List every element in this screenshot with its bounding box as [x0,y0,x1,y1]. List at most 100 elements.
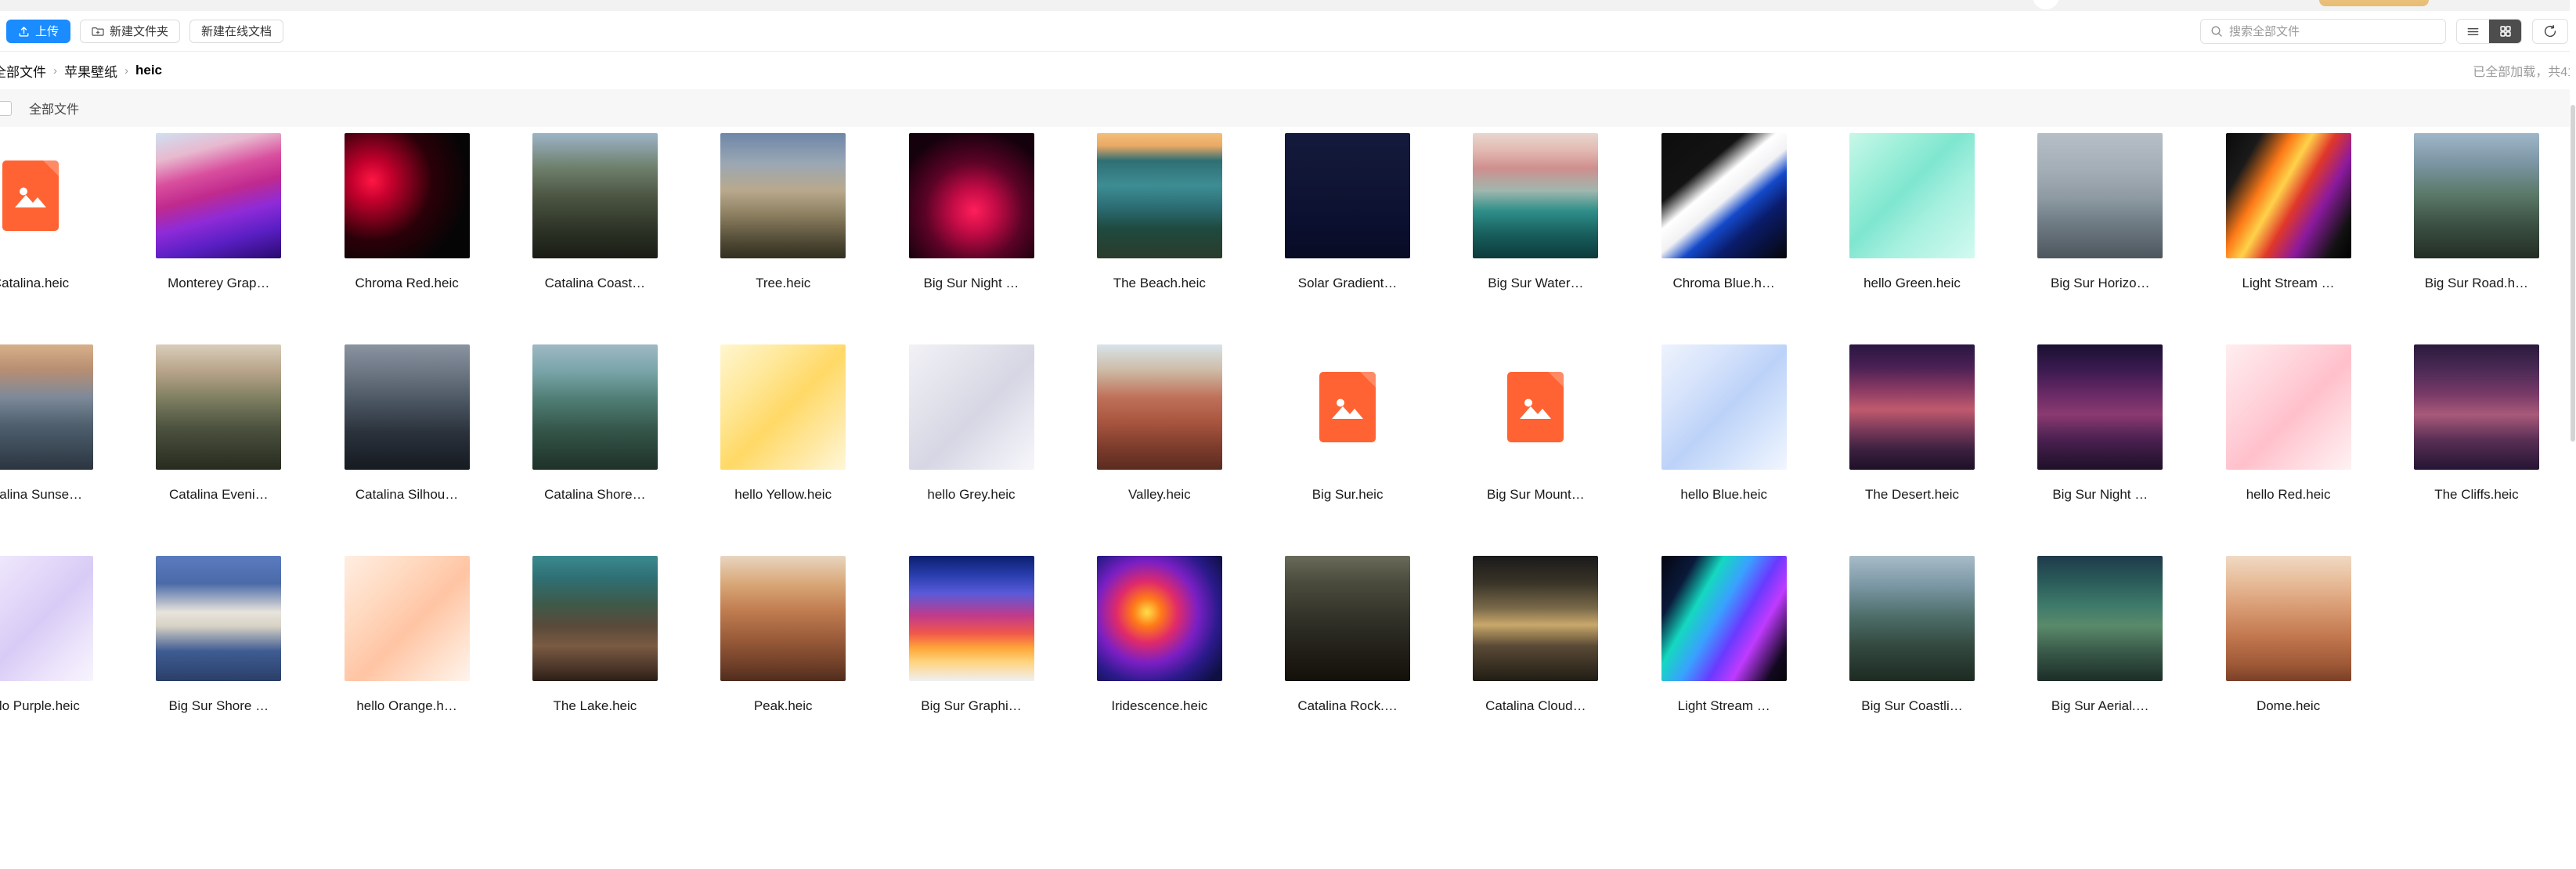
file-thumbnail[interactable] [2383,133,2571,258]
file-item[interactable]: hello Yellow.heic [689,344,877,503]
file-thumbnail[interactable] [1254,344,1441,470]
file-thumbnail[interactable] [1441,556,1629,681]
file-thumbnail[interactable] [2006,556,2194,681]
file-item[interactable]: The Cliffs.heic [2383,344,2571,503]
file-thumbnail[interactable] [313,556,501,681]
file-thumbnail[interactable] [1066,344,1254,470]
vertical-scrollbar[interactable] [2570,11,2576,869]
upload-button[interactable]: 上传 [6,20,70,43]
file-thumbnail[interactable] [2006,133,2194,258]
file-thumbnail[interactable] [2195,344,2383,470]
file-item[interactable]: The Beach.heic [1066,133,1254,291]
file-item[interactable]: Solar Gradient… [1254,133,1441,291]
file-item[interactable]: Big Sur Night … [2006,344,2194,503]
breadcrumb-item-current[interactable]: heic [135,63,162,78]
file-thumbnail[interactable] [124,556,312,681]
file-thumbnail[interactable] [1254,556,1441,681]
file-item[interactable]: Big Sur Shore … [124,556,312,714]
file-item[interactable]: Peak.heic [689,556,877,714]
select-all-checkbox[interactable] [0,101,12,116]
file-thumbnail[interactable] [1066,556,1254,681]
file-thumbnail[interactable] [501,344,689,470]
search-input[interactable] [2229,25,2436,38]
new-folder-button[interactable]: 新建文件夹 [80,20,180,43]
file-thumbnail[interactable] [501,556,689,681]
file-thumbnail[interactable] [2006,344,2194,470]
file-thumbnail[interactable] [0,344,124,470]
file-item[interactable]: hello Red.heic [2195,344,2383,503]
file-item[interactable]: Light Stream … [1630,556,1818,714]
file-thumbnail[interactable] [689,133,877,258]
file-item[interactable]: hello Grey.heic [878,344,1066,503]
file-thumbnail[interactable] [689,556,877,681]
file-thumbnail[interactable] [1818,133,2006,258]
file-thumbnail[interactable] [2195,133,2383,258]
file-item[interactable]: hello Blue.heic [1630,344,1818,503]
file-item[interactable]: hello Orange.h… [313,556,501,714]
file-item[interactable]: Iridescence.heic [1066,556,1254,714]
file-thumbnail[interactable] [2383,344,2571,470]
file-thumbnail[interactable] [1630,133,1818,258]
list-view-button[interactable] [2457,20,2489,43]
file-item[interactable]: Tree.heic [689,133,877,291]
file-thumbnail[interactable] [1441,344,1629,470]
scrollbar-thumb[interactable] [2571,105,2575,442]
file-thumbnail[interactable] [313,133,501,258]
file-item[interactable]: hello Green.heic [1818,133,2006,291]
file-item[interactable]: Big Sur Mount… [1441,344,1629,503]
breadcrumb-item-wallpapers[interactable]: 苹果壁纸 [64,61,117,81]
breadcrumb-item-root[interactable]: 全部文件 [0,61,46,81]
file-thumbnail[interactable] [0,556,124,681]
file-item[interactable]: Big Sur Coastli… [1818,556,2006,714]
file-item[interactable]: Catalina Sunse… [0,344,124,503]
chevron-right-icon: › [53,64,57,78]
file-thumbnail[interactable] [124,133,312,258]
file-item[interactable]: Big Sur Graphi… [878,556,1066,714]
refresh-button[interactable] [2532,19,2568,44]
file-thumbnail[interactable] [689,344,877,470]
new-online-doc-button[interactable]: 新建在线文档 [189,20,283,43]
file-thumbnail[interactable] [0,133,124,258]
file-thumbnail[interactable] [1630,344,1818,470]
file-item[interactable]: The Desert.heic [1818,344,2006,503]
file-thumbnail[interactable] [313,344,501,470]
file-item[interactable]: Big Sur Water… [1441,133,1629,291]
file-item[interactable]: Monterey Grap… [124,133,312,291]
file-thumbnail[interactable] [878,556,1066,681]
file-item[interactable]: Big Sur Horizo… [2006,133,2194,291]
grid-view-button[interactable] [2489,20,2521,43]
file-thumbnail[interactable] [1630,556,1818,681]
file-item[interactable]: Catalina Rock.… [1254,556,1441,714]
refresh-icon [2542,23,2558,39]
file-item[interactable]: Big Sur.heic [1254,344,1441,503]
file-thumbnail[interactable] [1818,556,2006,681]
avatar[interactable] [2033,0,2059,9]
file-item[interactable]: Big Sur Aerial.… [2006,556,2194,714]
file-thumbnail[interactable] [1066,133,1254,258]
file-item[interactable]: Catalina Silhou… [313,344,501,503]
file-item[interactable]: Catalina Coast… [501,133,689,291]
file-item[interactable]: hello Purple.heic [0,556,124,714]
file-item[interactable]: Big Sur Night … [878,133,1066,291]
file-item[interactable]: Dome.heic [2195,556,2383,714]
file-thumbnail[interactable] [124,344,312,470]
file-thumbnail[interactable] [1818,344,2006,470]
file-item[interactable]: Catalina Cloud… [1441,556,1629,714]
file-item[interactable]: Light Stream … [2195,133,2383,291]
file-thumbnail[interactable] [2195,556,2383,681]
file-item[interactable]: Chroma Red.heic [313,133,501,291]
file-thumbnail[interactable] [1254,133,1441,258]
file-thumbnail[interactable] [878,133,1066,258]
file-item[interactable]: Catalina.heic [0,133,124,291]
file-item[interactable]: Catalina Eveni… [124,344,312,503]
file-thumbnail[interactable] [1441,133,1629,258]
file-item[interactable]: The Lake.heic [501,556,689,714]
file-item[interactable]: Catalina Shore… [501,344,689,503]
file-item[interactable]: Big Sur Road.h… [2383,133,2571,291]
search-box[interactable] [2200,19,2446,44]
file-item[interactable]: Valley.heic [1066,344,1254,503]
file-item[interactable]: Chroma Blue.h… [1630,133,1818,291]
promo-pill[interactable] [2319,0,2429,6]
file-thumbnail[interactable] [501,133,689,258]
file-thumbnail[interactable] [878,344,1066,470]
